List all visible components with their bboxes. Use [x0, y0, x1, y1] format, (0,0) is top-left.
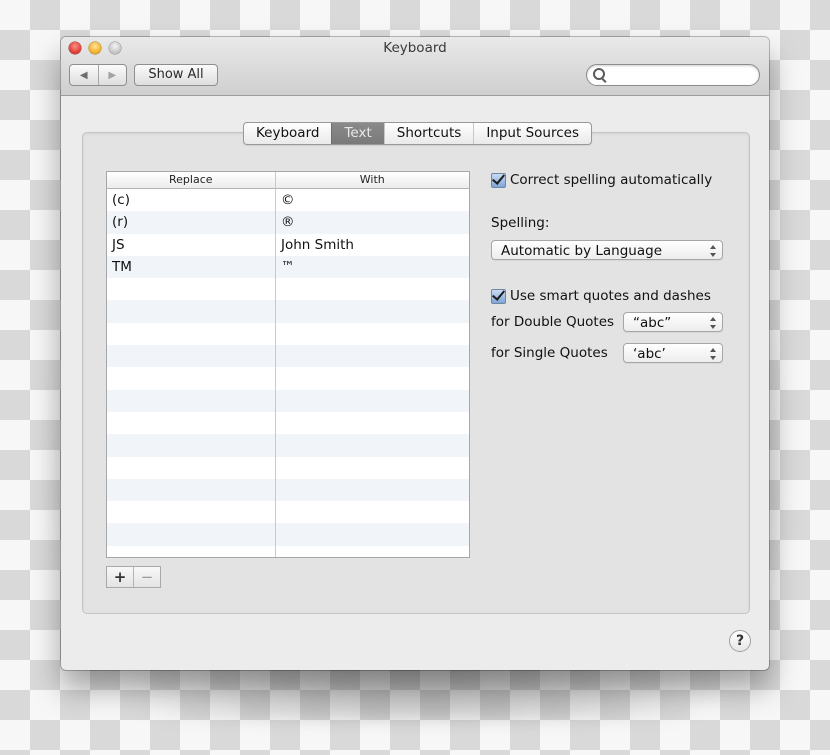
smart-quotes-option[interactable]: Use smart quotes and dashes [491, 288, 711, 304]
single-quotes-label: for Single Quotes [491, 345, 608, 361]
tab-bar: Keyboard Text Shortcuts Input Sources [243, 122, 592, 145]
show-all-button[interactable]: Show All [134, 64, 218, 86]
forward-arrow-icon: ▶ [108, 69, 117, 81]
add-remove-control: + − [106, 566, 161, 588]
with-cell[interactable]: © [275, 189, 469, 212]
correct-spelling-checkbox[interactable] [491, 172, 506, 188]
select-arrows-icon [710, 245, 716, 257]
back-button[interactable]: ◀ [70, 65, 98, 85]
single-quotes-select[interactable]: ‘abc’ [623, 343, 723, 363]
search-icon [593, 68, 605, 80]
table-row[interactable]: JS John Smith [107, 233, 469, 256]
select-arrows-icon [710, 348, 716, 360]
table-header: Replace With [107, 172, 469, 189]
tab-text[interactable]: Text [331, 123, 384, 144]
replace-cell[interactable]: (c) [107, 189, 275, 211]
double-quotes-label: for Double Quotes [491, 314, 615, 330]
empty-table-row [107, 300, 469, 323]
remove-button[interactable]: − [133, 567, 160, 587]
empty-table-row [107, 434, 469, 457]
keyboard-preferences-window: Keyboard ◀ ▶ Show All Keyboard Text Shor… [61, 37, 769, 670]
correct-spelling-label: Correct spelling automatically [510, 172, 713, 188]
correct-spelling-option[interactable]: Correct spelling automatically [491, 172, 712, 188]
spelling-language-select[interactable]: Automatic by Language [491, 240, 723, 260]
single-quotes-value: ‘abc’ [633, 346, 666, 362]
empty-table-row [107, 367, 469, 389]
help-button[interactable]: ? [729, 630, 751, 652]
column-header-with[interactable]: With [274, 172, 469, 188]
empty-table-row [107, 523, 469, 546]
empty-table-row [107, 546, 469, 557]
empty-table-row [107, 457, 469, 479]
empty-table-row [107, 323, 469, 345]
titlebar-toolbar: Keyboard ◀ ▶ Show All [61, 37, 769, 96]
tab-shortcuts[interactable]: Shortcuts [383, 123, 474, 144]
empty-table-row [107, 412, 469, 434]
smart-quotes-label: Use smart quotes and dashes [510, 288, 711, 304]
empty-table-row [107, 278, 469, 300]
back-forward-control: ◀ ▶ [69, 64, 127, 86]
table-row[interactable]: TM ™ [107, 255, 469, 279]
search-field[interactable] [586, 64, 760, 86]
with-cell[interactable]: ® [275, 211, 469, 234]
search-input[interactable] [609, 67, 753, 85]
column-header-replace[interactable]: Replace [107, 172, 275, 188]
spelling-label: Spelling: [491, 215, 550, 231]
with-cell[interactable]: ™ [275, 255, 469, 279]
double-quotes-select[interactable]: “abc” [623, 312, 723, 332]
empty-table-row [107, 501, 469, 523]
table-row[interactable]: (c) © [107, 189, 469, 212]
empty-table-row [107, 389, 469, 412]
back-arrow-icon: ◀ [79, 69, 88, 81]
spelling-language-value: Automatic by Language [501, 243, 662, 259]
forward-button[interactable]: ▶ [97, 65, 127, 85]
tab-keyboard[interactable]: Keyboard [244, 123, 331, 144]
empty-table-row [107, 478, 469, 502]
text-replacement-table: Replace With (c) © (r) ® JS John Smith T… [106, 171, 470, 558]
replace-cell[interactable]: TM [107, 256, 275, 278]
add-button[interactable]: + [107, 567, 133, 587]
with-cell[interactable]: John Smith [275, 233, 469, 256]
replace-cell[interactable]: (r) [107, 211, 275, 233]
table-body: (c) © (r) ® JS John Smith TM ™ [107, 189, 469, 557]
window-title: Keyboard [383, 40, 447, 56]
tab-input-sources[interactable]: Input Sources [473, 123, 591, 144]
table-row[interactable]: (r) ® [107, 211, 469, 234]
empty-table-row [107, 345, 469, 368]
select-arrows-icon [710, 317, 716, 329]
smart-quotes-checkbox[interactable] [491, 288, 506, 304]
replace-cell[interactable]: JS [107, 234, 275, 256]
double-quotes-value: “abc” [633, 315, 672, 331]
